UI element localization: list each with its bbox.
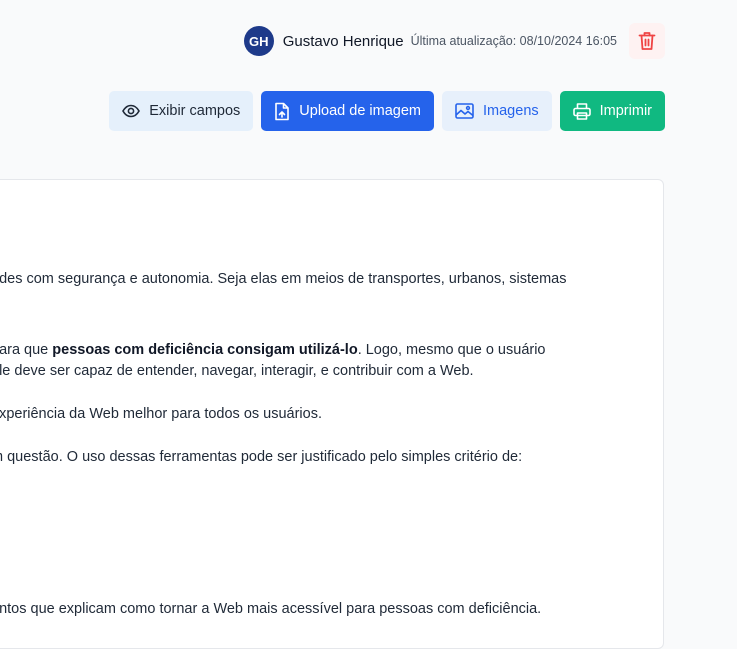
paragraph: m questão. O uso dessas ferramentas pode… (0, 449, 523, 465)
paragraph: ele deve ser capaz de entender, navegar,… (0, 363, 474, 379)
author-name: Gustavo Henrique (282, 32, 404, 50)
printer-icon (572, 102, 591, 120)
delete-button[interactable] (629, 23, 665, 59)
paragraph: ades com segurança e autonomia. Seja ela… (0, 271, 567, 287)
images-button[interactable]: Imagens (442, 91, 552, 131)
images-label: Imagens (483, 103, 539, 119)
bold-text: pessoas com deficiência consigam utilizá… (52, 342, 358, 358)
upload-image-button[interactable]: Upload de imagem (261, 91, 435, 131)
paragraph: experiência da Web melhor para todos os … (0, 406, 323, 422)
show-fields-label: Exibir campos (149, 103, 241, 119)
print-button[interactable]: Imprimir (559, 91, 665, 131)
image-icon (455, 103, 474, 119)
upload-image-label: Upload de imagem (299, 103, 422, 119)
paragraph: para que pessoas com deficiência consiga… (0, 342, 546, 358)
document-content: ades com segurança e autonomia. Seja ela… (0, 179, 664, 649)
toolbar: Exibir campos Upload de imagem Imagens I… (109, 91, 665, 131)
file-upload-icon (275, 102, 290, 120)
document-meta: GH Gustavo Henrique Última atualização: … (243, 23, 665, 59)
paragraph: entos que explicam como tornar a Web mai… (0, 601, 542, 617)
avatar: GH (243, 26, 274, 56)
eye-icon (122, 104, 141, 118)
trash-icon (638, 32, 656, 50)
last-updated: Última atualização: 08/10/2024 16:05 (410, 34, 617, 48)
print-label: Imprimir (599, 103, 652, 119)
show-fields-button[interactable]: Exibir campos (109, 91, 254, 131)
